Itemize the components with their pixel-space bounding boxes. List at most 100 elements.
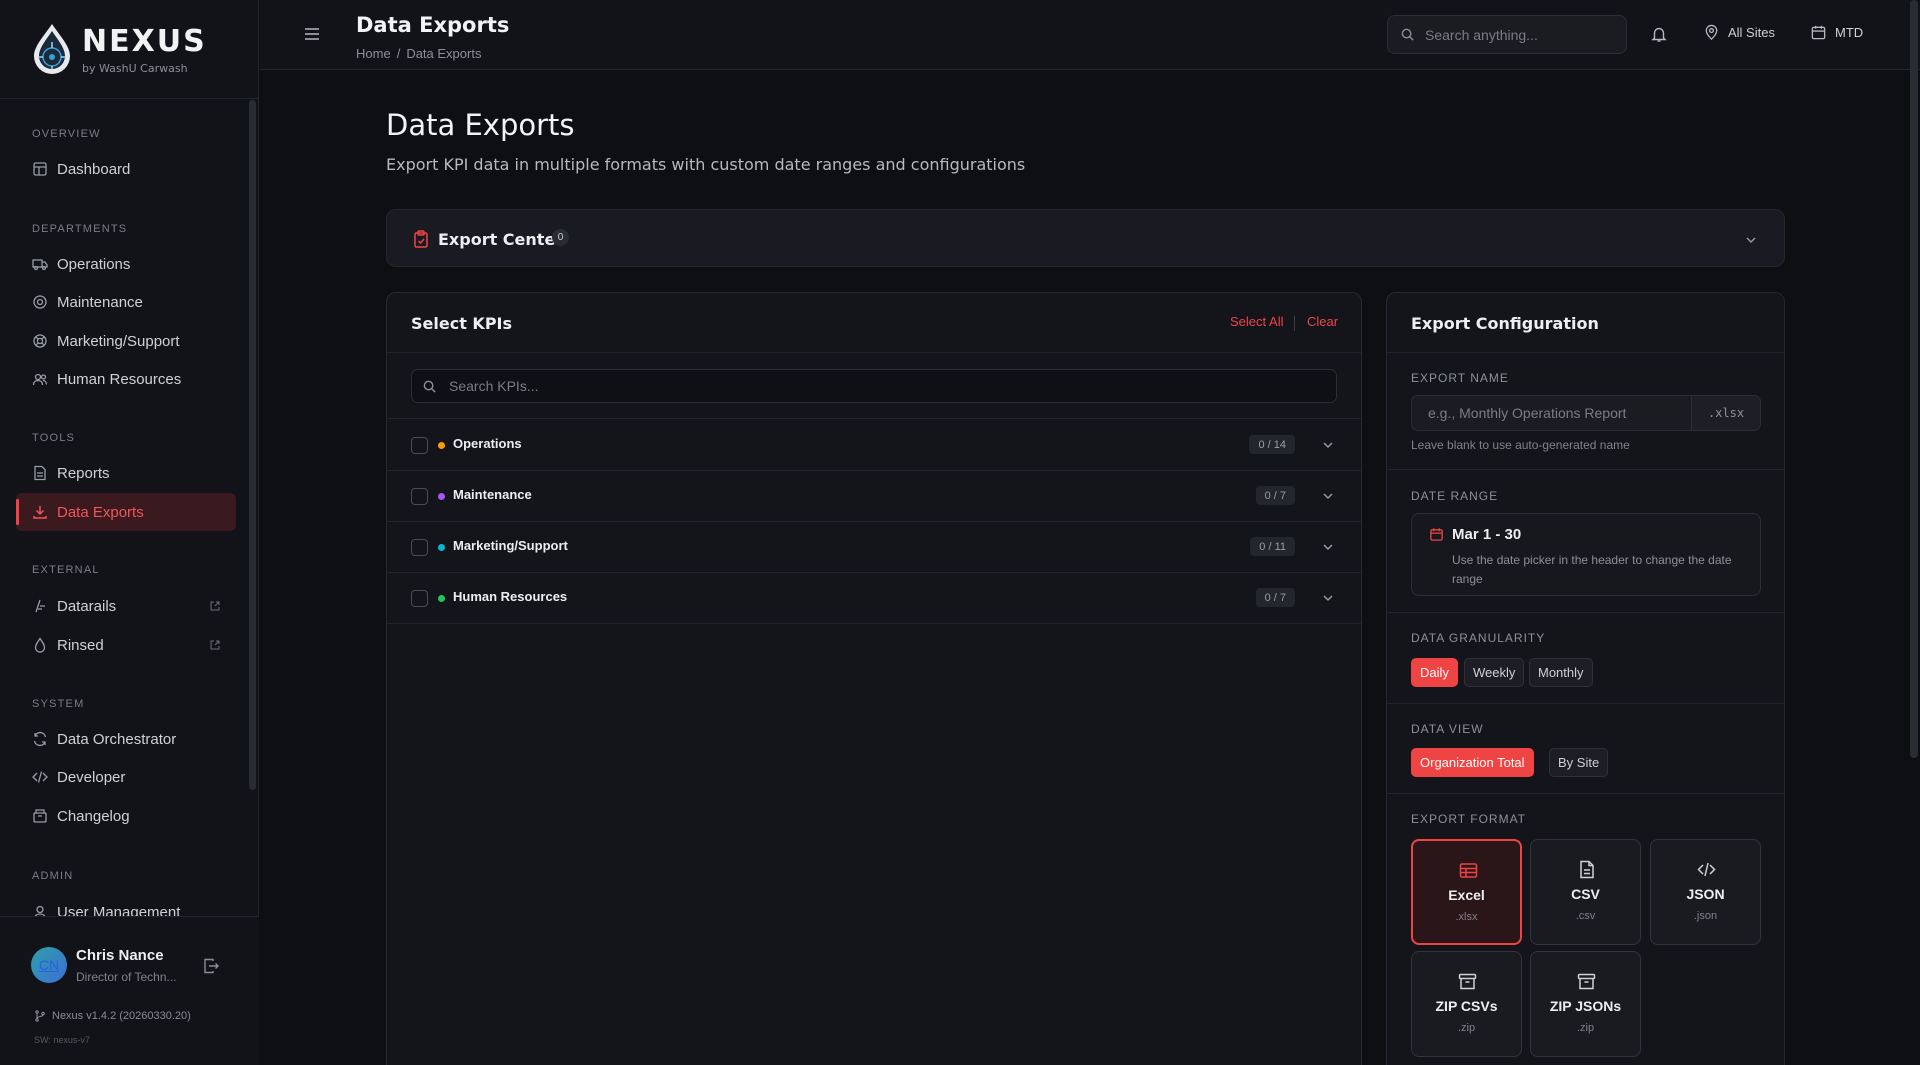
sidebar-item-marketing-support[interactable]: Marketing/Support (16, 322, 236, 360)
clear-button[interactable]: Clear (1307, 314, 1338, 329)
file-extension-tag: .xlsx (1692, 395, 1761, 431)
divider (1387, 469, 1784, 470)
page-subtitle: Export KPI data in multiple formats with… (386, 155, 1026, 174)
format-name: ZIP CSVs (1435, 998, 1498, 1014)
kpi-group-checkbox[interactable] (411, 590, 428, 607)
user-role: Director of Techn... (76, 970, 177, 984)
chevron-down-icon[interactable] (1321, 591, 1335, 605)
view-organization-total-button[interactable]: Organization Total (1411, 748, 1534, 777)
breadcrumb-separator: / (396, 46, 401, 61)
export-name-input[interactable]: e.g., Monthly Operations Report (1411, 395, 1692, 431)
sidebar-item-label: Operations (57, 255, 131, 273)
kpi-group-name: Maintenance (453, 487, 532, 502)
data-view-label: DATA VIEW (1411, 722, 1484, 736)
kpi-group-marketing-support[interactable]: Marketing/Support 0 / 11 (387, 521, 1361, 572)
format-extension: .xlsx (1455, 911, 1478, 923)
export-center-toggle[interactable]: Export Center 0 (386, 209, 1785, 267)
sidebar-item-rinsed[interactable]: Rinsed (16, 626, 236, 664)
sidebar-item-operations[interactable]: Operations (16, 245, 236, 283)
archive-icon (33, 809, 47, 823)
sidebar-item-developer[interactable]: Developer (16, 758, 236, 796)
granularity-monthly-button[interactable]: Monthly (1529, 658, 1593, 687)
config-panel-title: Export Configuration (1411, 314, 1599, 333)
export-configuration-panel: Export Configuration EXPORT NAME e.g., M… (1386, 292, 1785, 1065)
divider (1294, 316, 1295, 331)
sidebar-item-label: Rinsed (57, 636, 104, 654)
divider (1387, 612, 1784, 613)
gear-icon (33, 295, 47, 309)
format-extension: .json (1693, 910, 1718, 922)
menu-icon[interactable] (302, 24, 322, 44)
format-extension: .zip (1576, 1022, 1595, 1034)
page-scrollbar[interactable] (1910, 0, 1918, 758)
topbar-title: Data Exports (356, 13, 510, 37)
breadcrumb-home[interactable]: Home (356, 46, 391, 61)
kpi-group-checkbox[interactable] (411, 539, 428, 556)
granularity-weekly-button[interactable]: Weekly (1464, 658, 1525, 687)
sidebar-item-human-resources[interactable]: Human Resources (16, 360, 236, 398)
kpi-group-operations[interactable]: Operations 0 / 14 (387, 419, 1361, 470)
kpi-group-count: 0 / 14 (1249, 435, 1295, 454)
view-by-site-button[interactable]: By Site (1549, 748, 1609, 777)
export-name-label: EXPORT NAME (1411, 371, 1509, 385)
logout-icon[interactable] (202, 957, 220, 975)
section-departments: DEPARTMENTS (32, 223, 128, 235)
global-search-input[interactable]: Search anything... (1387, 15, 1627, 54)
kpi-search-input[interactable]: Search KPIs... (411, 369, 1337, 403)
sidebar-item-datarails[interactable]: Datarails (16, 587, 236, 625)
format-json-option[interactable]: JSON .json (1650, 839, 1761, 945)
site-selector-label: All Sites (1728, 25, 1775, 40)
kpi-group-count: 0 / 7 (1255, 486, 1295, 505)
kpi-group-count: 0 / 11 (1250, 537, 1295, 556)
site-selector[interactable]: All Sites (1703, 24, 1775, 41)
file-icon (34, 465, 46, 481)
nexus-logo-icon (34, 24, 70, 74)
chevron-down-icon[interactable] (1321, 489, 1335, 503)
date-picker[interactable]: MTD (1810, 24, 1863, 41)
download-icon (33, 506, 47, 519)
code-icon (1697, 862, 1716, 877)
kpi-group-checkbox[interactable] (411, 437, 428, 454)
sidebar-item-label: Human Resources (57, 370, 182, 388)
archive-icon (1577, 973, 1596, 990)
sidebar: NEXUS by WashU Carwash OVERVIEW Dashboar… (0, 0, 259, 1065)
brand[interactable]: NEXUS by WashU Carwash (30, 20, 250, 80)
dashboard-icon (33, 162, 47, 176)
sidebar-item-label: Changelog (57, 807, 130, 825)
version-text: Nexus v1.4.2 (20260330.20) (52, 1010, 191, 1022)
kpi-group-human-resources[interactable]: Human Resources 0 / 7 (387, 572, 1361, 623)
granularity-daily-button[interactable]: Daily (1411, 658, 1458, 687)
section-external: EXTERNAL (32, 564, 100, 576)
sidebar-item-data-exports[interactable]: Data Exports (16, 493, 236, 531)
divider (387, 623, 1361, 624)
external-link-icon (210, 640, 220, 650)
sidebar-item-user-management[interactable]: User Management (16, 892, 236, 916)
format-extension: .csv (1575, 910, 1596, 922)
format-csv-option[interactable]: CSV .csv (1530, 839, 1641, 945)
format-zip-jsons-option[interactable]: ZIP JSONs .zip (1530, 951, 1641, 1057)
chevron-down-icon[interactable] (1321, 438, 1335, 452)
section-overview: OVERVIEW (32, 128, 101, 140)
sidebar-item-reports[interactable]: Reports (16, 454, 236, 492)
code-icon (32, 771, 48, 783)
sidebar-item-data-orchestrator[interactable]: Data Orchestrator (16, 720, 236, 758)
chevron-down-icon[interactable] (1321, 540, 1335, 554)
select-all-button[interactable]: Select All (1230, 314, 1283, 329)
format-name: CSV (1571, 886, 1600, 902)
kpi-group-checkbox[interactable] (411, 488, 428, 505)
format-excel-option[interactable]: Excel .xlsx (1411, 839, 1522, 945)
sidebar-item-label: Developer (57, 768, 126, 786)
sidebar-item-maintenance[interactable]: Maintenance (16, 283, 236, 321)
page-title: Data Exports (386, 108, 575, 142)
sidebar-item-dashboard[interactable]: Dashboard (16, 150, 236, 188)
kpi-selection-panel: Select KPIs Select All Clear Search KPIs… (386, 292, 1362, 1065)
topbar: Data Exports Home / Data Exports Search … (260, 0, 1920, 70)
bell-icon[interactable] (1650, 25, 1668, 43)
kpi-group-maintenance[interactable]: Maintenance 0 / 7 (387, 470, 1361, 521)
sidebar-scrollbar[interactable] (249, 100, 256, 790)
sidebar-item-changelog[interactable]: Changelog (16, 797, 236, 835)
format-zip-csvs-option[interactable]: ZIP CSVs .zip (1411, 951, 1522, 1057)
document-icon (1580, 860, 1594, 879)
avatar[interactable]: CN (31, 947, 67, 983)
location-pin-icon (1705, 24, 1718, 41)
